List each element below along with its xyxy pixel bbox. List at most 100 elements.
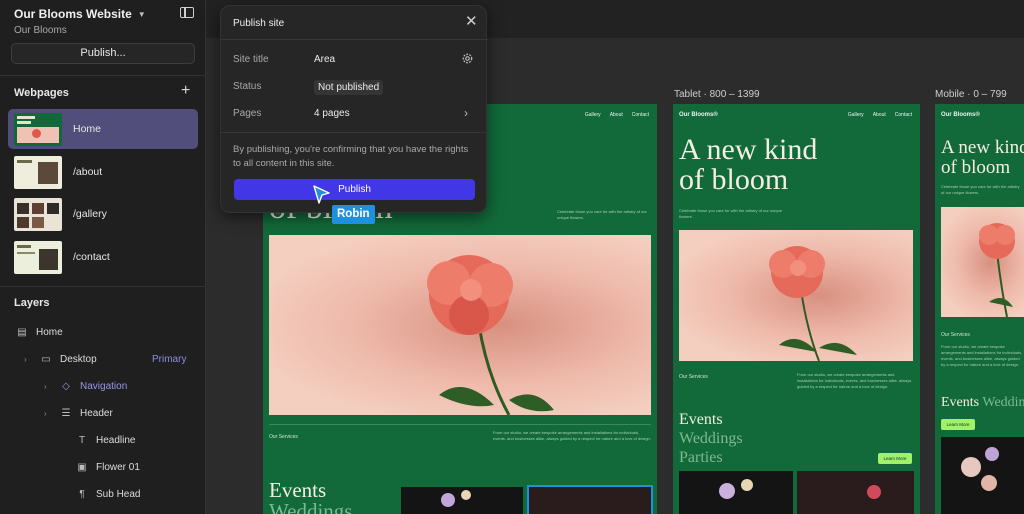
nav-link[interactable]: Gallery [585,112,601,118]
layers-heading: Layers [14,297,50,309]
event-item[interactable]: Weddings [269,501,352,514]
flower-illustration [769,246,857,361]
layer-label: Desktop [60,354,97,365]
divider [0,75,206,76]
event-item[interactable]: Weddings [679,429,743,448]
tablet-frame[interactable]: Our Blooms® Gallery About Contact A new … [673,104,920,514]
event-item[interactable]: Events [679,410,743,429]
divider [269,424,651,425]
nav-link[interactable]: Gallery [848,112,864,118]
tablet-photo [797,471,914,514]
add-page-icon[interactable]: + [181,83,190,99]
desktop-services-text: From our studio, we create bespoke arran… [493,430,651,441]
page-thumbnail [14,112,62,146]
publish-button[interactable]: Publish [234,179,475,200]
layer-label: Home [36,327,63,338]
desktop-services-label: Our Services [269,434,298,440]
tablet-events-list: Events Weddings Parties [679,410,743,467]
nav-link[interactable]: Contact [632,112,649,118]
tablet-brand: Our Blooms® [679,112,718,118]
site-switcher[interactable]: Our Blooms Website ▼ [14,7,146,21]
mobile-learn-more-button[interactable]: Learn More [941,419,975,430]
layer-label: Flower 01 [96,462,140,473]
desktop-events-list: Events Weddings [269,480,352,514]
mobile-breakpoint-label[interactable]: Mobile · 0 – 799 [935,89,1007,100]
tablet-tagline: Celebrate those you care for with the ar… [679,208,782,219]
page-thumbnail [14,197,62,231]
pages-label: Pages [233,108,262,119]
mobile-hero-heading: A new kind of bloom [941,138,1024,178]
site-subtitle: Our Blooms [14,25,67,36]
webpage-item-contact[interactable]: /contact [8,237,198,277]
image-icon: ▣ [77,462,87,473]
chevron-right-icon: › [24,355,27,364]
mobile-tagline: Celebrate those you care for with the ar… [941,184,1020,195]
layer-label: Sub Head [96,489,141,500]
divider [221,39,488,40]
heading-line: of bloom [941,157,1011,178]
pages-value[interactable]: 4 pages [314,108,350,119]
tablet-services-label: Our Services [679,374,708,380]
page-icon: ▤ [17,327,27,338]
heading-line: A new kind [679,133,818,166]
webpages-heading: Webpages [14,87,69,99]
layer-desktop[interactable]: › ▭ Desktop [24,354,97,365]
text-block-icon: ¶ [79,489,85,500]
event-item[interactable]: Weddings [982,395,1024,410]
webpage-item-about[interactable]: /about [8,152,198,192]
tablet-hero-image [679,230,913,361]
webpage-item-gallery[interactable]: /gallery [8,194,198,234]
flower-illustration [979,223,1015,317]
close-icon[interactable]: ✕ [465,14,478,29]
tablet-breakpoint-label[interactable]: Tablet · 800 – 1399 [674,89,760,100]
layer-label: Headline [96,435,136,446]
desktop-hero-image [269,235,651,415]
nav-link[interactable]: About [873,112,886,118]
layer-home[interactable]: ▤ Home [16,327,63,338]
site-title-label: Site title [233,54,269,65]
layer-label: Header [80,408,113,419]
layer-flower[interactable]: ▣ Flower 01 [76,462,140,473]
nav-link[interactable]: About [610,112,623,118]
page-thumbnail [14,155,62,189]
mobile-frame[interactable]: Our Blooms® A new kind of bloom Celebrat… [935,104,1024,514]
event-item[interactable]: Events [941,395,979,410]
site-name: Our Blooms Website [14,7,132,21]
layer-header[interactable]: › ☰ Header [44,408,113,419]
desktop-icon: ▭ [41,354,51,365]
flower-illustration [427,255,554,415]
divider [0,286,206,287]
tablet-learn-more-button[interactable]: Learn More [878,453,912,464]
site-title-value[interactable]: Area [314,54,335,65]
sidebar: Our Blooms Website ▼ Our Blooms Publish.… [0,0,206,514]
mobile-services-text: From our studio, we create bespoke arran… [941,344,1023,367]
event-item[interactable]: Events [269,480,352,501]
toggle-panel-icon[interactable] [180,7,194,18]
layer-headline[interactable]: T Headline [76,435,136,446]
component-icon: ◇ [62,381,70,392]
sidebar-publish-button[interactable]: Publish... [11,43,195,64]
event-item[interactable]: Parties [679,448,743,467]
nav-links: Gallery About Contact [585,112,649,118]
desktop-photo-selected[interactable] [527,485,653,514]
nav-link[interactable]: Contact [895,112,912,118]
tablet-nav-links: Gallery About Contact [848,112,912,118]
chevron-right-icon: › [44,409,47,418]
mobile-services-label: Our Services [941,332,970,338]
webpage-label: /contact [73,251,110,263]
gear-icon[interactable] [461,52,474,65]
webpage-label: /gallery [73,208,107,220]
mobile-photo [941,437,1024,514]
tablet-services-text: From our studio, we create bespoke arran… [797,372,912,389]
desktop-photo [401,487,523,514]
heading-line: A new kind [941,137,1024,158]
webpage-item-home[interactable]: Home [8,109,198,149]
modal-title: Publish site [233,18,285,29]
collaborator-label: Robin [332,205,375,224]
chevron-right-icon[interactable]: › [464,106,468,120]
layer-navigation[interactable]: › ◇ Navigation [44,381,127,392]
mobile-events-list: Events Weddings [941,395,1024,411]
publish-note: By publishing, you're confirming that yo… [233,144,469,169]
mobile-brand: Our Blooms® [941,112,980,118]
layer-subhead[interactable]: ¶ Sub Head [76,489,140,500]
